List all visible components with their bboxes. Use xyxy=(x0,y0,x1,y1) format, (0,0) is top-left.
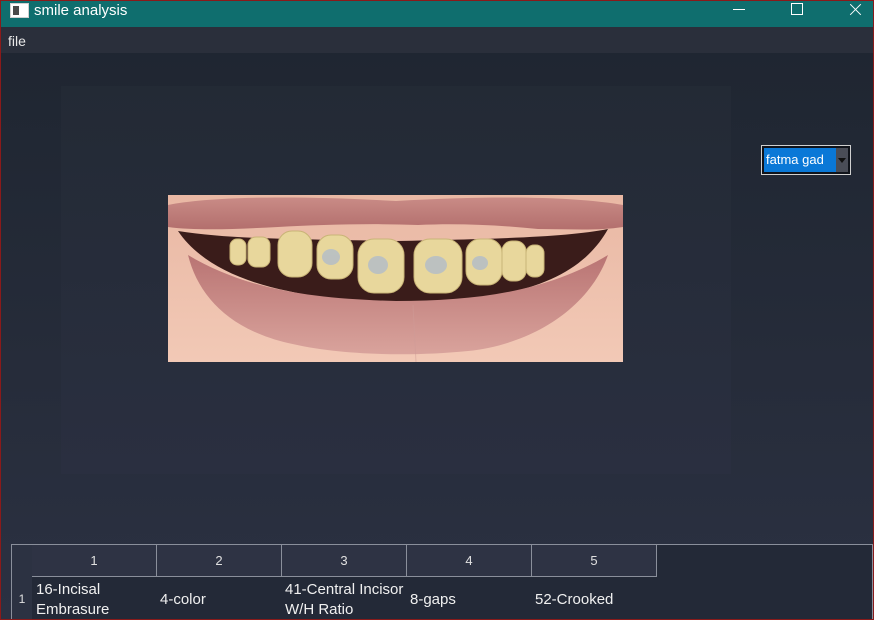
results-table: 1 2 3 4 5 1 16-Incisal Embrasure 4-color… xyxy=(11,544,873,619)
table-cell[interactable]: 41-Central Incisor W/H Ratio xyxy=(285,578,405,619)
window-title: smile analysis xyxy=(34,2,128,19)
row-header-1[interactable]: 1 xyxy=(12,577,32,619)
app-icon xyxy=(10,3,29,18)
column-header-2[interactable]: 2 xyxy=(157,545,282,577)
table-cell[interactable]: 4-color xyxy=(160,578,280,619)
minimize-icon[interactable] xyxy=(716,1,762,27)
table-cell[interactable]: 8-gaps xyxy=(410,578,530,619)
column-header-3[interactable]: 3 xyxy=(282,545,407,577)
table-cell[interactable]: 52-Crooked xyxy=(535,578,655,619)
menu-file[interactable]: file xyxy=(8,33,26,49)
chevron-down-icon[interactable] xyxy=(836,148,848,172)
column-header-1[interactable]: 1 xyxy=(32,545,157,577)
menu-bar: file xyxy=(1,27,873,53)
table-cell[interactable]: 16-Incisal Embrasure xyxy=(36,578,156,619)
smile-image xyxy=(168,195,623,362)
patient-dropdown[interactable]: fatma gad xyxy=(761,145,851,175)
patient-dropdown-value[interactable]: fatma gad xyxy=(764,148,836,172)
title-bar[interactable]: smile analysis xyxy=(1,1,873,27)
column-header-4[interactable]: 4 xyxy=(407,545,532,577)
close-icon[interactable] xyxy=(832,1,873,27)
app-window: smile analysis file fatma gad 1 2 3 4 5 … xyxy=(0,0,874,620)
maximize-icon[interactable] xyxy=(774,1,820,27)
column-header-5[interactable]: 5 xyxy=(532,545,657,577)
table-corner xyxy=(12,545,32,577)
